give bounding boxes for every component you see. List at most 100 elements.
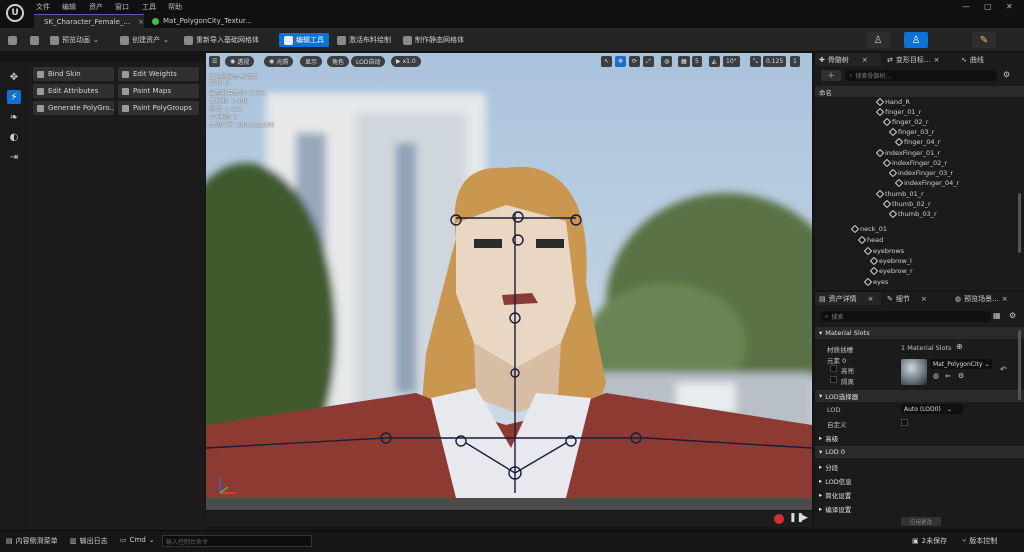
gear-icon[interactable]: ⚙ xyxy=(1009,311,1016,320)
scale-tool-icon[interactable]: ⤢ xyxy=(643,56,654,67)
lod0-section[interactable]: ▾ LOD 0 xyxy=(815,446,1024,458)
list-item[interactable]: finger_01_r xyxy=(875,107,921,117)
cmd-dropdown[interactable]: ▭ Cmd ⌄ xyxy=(120,536,155,544)
close-icon[interactable]: × xyxy=(868,295,874,303)
step-forward-icon[interactable]: ▶ xyxy=(801,513,808,523)
show-button[interactable]: 显示 xyxy=(300,56,323,67)
material-dropdown[interactable]: Mat_PolygonCity ⌄ xyxy=(930,359,992,369)
details-search-input[interactable]: ⌕ 搜索 xyxy=(821,311,991,322)
reduction-settings-row[interactable]: ▸ 简化设置 xyxy=(815,489,1024,501)
list-item[interactable]: eyebrow_r xyxy=(869,266,913,276)
mesh-mode-button[interactable]: ♙ xyxy=(904,32,928,48)
viewport[interactable]: ☰ ◉ 透视 ◉ 光照 显示 角色 LOD自动 ▶ x1.0 ↖ ✥ ⟳ ⤢ ◍ ▦ … xyxy=(206,53,812,527)
skeleton-search-input[interactable]: ⌕ 搜索骨骼树... xyxy=(845,70,997,81)
lod-auto-button[interactable]: LOD自动 xyxy=(351,56,386,67)
tab-details[interactable]: ✎ 细节 × xyxy=(883,292,949,305)
isolate-checkbox[interactable] xyxy=(830,376,837,383)
scrollbar[interactable] xyxy=(1018,193,1021,253)
browse-icon[interactable]: ◍ xyxy=(933,372,939,380)
add-bone-button[interactable]: + xyxy=(821,70,841,81)
camera-speed-value[interactable]: 1 xyxy=(790,56,800,67)
grid-snap-value[interactable]: 5 xyxy=(692,56,702,67)
advanced-section[interactable]: ▸ 高级 xyxy=(815,432,1024,444)
scale-snap-value[interactable]: 0.125 xyxy=(763,56,787,67)
add-slot-icon[interactable]: ⊕ xyxy=(956,342,963,351)
output-log-button[interactable]: ▥ 输出日志 xyxy=(70,536,108,546)
table-view-icon[interactable]: ▦ xyxy=(993,311,1001,320)
animation-mode-button[interactable]: ✎ xyxy=(972,32,996,48)
tab-skeletal-mesh[interactable]: SK_Character_Female_... × xyxy=(34,14,144,28)
character-button[interactable]: 角色 xyxy=(327,56,350,67)
create-asset-button[interactable]: 创建资产 ⌄ xyxy=(120,33,169,47)
build-settings-row[interactable]: ▸ 编译设置 xyxy=(815,503,1024,515)
close-icon[interactable]: × xyxy=(862,56,868,64)
cloth-paint-button[interactable]: 激活布料绘制 xyxy=(337,33,391,47)
material-thumbnail[interactable] xyxy=(901,359,927,385)
list-item[interactable]: finger_04_r xyxy=(894,137,940,147)
reimport-button[interactable]: 重新导入基础网格体 xyxy=(184,33,259,47)
close-window-icon[interactable]: ✕ xyxy=(1006,2,1013,11)
reset-icon[interactable]: ↶ xyxy=(1000,365,1007,374)
menu-asset[interactable]: 资产 xyxy=(89,2,103,12)
timeline-bar[interactable]: ❚❚ ▶ xyxy=(206,510,812,527)
save-button[interactable] xyxy=(8,33,17,47)
menu-help[interactable]: 帮助 xyxy=(168,2,182,12)
content-drawer-button[interactable]: ▤ 内容侧滑菜单 xyxy=(6,536,58,546)
use-selected-icon[interactable]: ⇐ xyxy=(945,372,951,380)
list-item[interactable]: eyes xyxy=(863,277,888,287)
source-control-button[interactable]: ⑂ 版本控制 xyxy=(962,536,997,546)
tab-morph-targets[interactable]: ⇄ 变形目标... × xyxy=(883,53,955,66)
material-slots-section[interactable]: ▾ Material Slots xyxy=(815,327,1024,339)
list-item[interactable]: indexFinger_03_r xyxy=(888,168,953,178)
translate-tool-icon[interactable]: ✥ xyxy=(615,56,627,67)
edit-weights-button[interactable]: Edit Weights xyxy=(118,67,199,81)
minimize-icon[interactable]: — xyxy=(962,2,970,11)
unsaved-button[interactable]: ▣ 2未保存 xyxy=(912,536,947,546)
select-tool-icon[interactable]: ↖ xyxy=(601,56,613,67)
console-input[interactable]: 输入控制台命令 xyxy=(162,535,312,547)
list-item[interactable]: Hand_R xyxy=(875,97,910,107)
rotation-snap-value[interactable]: 10° xyxy=(723,56,740,67)
list-item[interactable]: neck_01 xyxy=(850,224,887,234)
attribute-mode-icon[interactable]: ⇥ xyxy=(7,150,21,164)
skeleton-mode-button[interactable]: ♙ xyxy=(866,32,890,48)
playback-speed-button[interactable]: ▶ x1.0 xyxy=(391,56,421,67)
generate-polygroups-button[interactable]: Generate PolyGro... xyxy=(33,101,114,115)
record-icon[interactable] xyxy=(774,514,784,524)
list-item[interactable]: finger_03_r xyxy=(888,127,934,137)
rotation-snap-icon[interactable]: ◭ xyxy=(709,56,720,67)
world-space-icon[interactable]: ◍ xyxy=(661,56,673,67)
menu-window[interactable]: 窗口 xyxy=(115,2,129,12)
paint-maps-button[interactable]: Paint Maps xyxy=(118,84,199,98)
custom-checkbox[interactable] xyxy=(901,419,908,426)
sections-row[interactable]: ▸ 分段 xyxy=(815,461,1024,473)
list-item[interactable]: thumb_01_r xyxy=(875,189,924,199)
material-options-icon[interactable]: ⚙ xyxy=(958,372,964,380)
tab-material[interactable]: Mat_PolygonCity_Textur... xyxy=(146,14,256,28)
maximize-icon[interactable]: ▢ xyxy=(984,2,992,11)
unreal-logo-icon[interactable]: U xyxy=(6,4,24,22)
highlight-checkbox[interactable] xyxy=(830,365,837,372)
deform-mode-icon[interactable]: ❧ xyxy=(7,110,21,124)
list-item[interactable]: indexFinger_04_r xyxy=(894,178,959,188)
list-item[interactable]: eyebrows xyxy=(863,246,904,256)
list-item[interactable]: eyebrow_l xyxy=(869,256,912,266)
close-icon[interactable]: × xyxy=(921,295,927,303)
menu-tools[interactable]: 工具 xyxy=(142,2,156,12)
tab-asset-details[interactable]: ▤ 资产详情 × xyxy=(815,292,881,305)
menu-file[interactable]: 文件 xyxy=(36,2,50,12)
apply-changes-button[interactable]: 应用更改 xyxy=(901,517,941,526)
edit-attributes-button[interactable]: Edit Attributes xyxy=(33,84,114,98)
lighting-button[interactable]: ◉ 光照 xyxy=(264,56,294,67)
list-item[interactable]: indexFinger_02_r xyxy=(882,158,947,168)
scale-snap-icon[interactable]: ⤡ xyxy=(750,56,761,67)
lod-info-row[interactable]: ▸ LOD信息 xyxy=(815,475,1024,487)
close-icon[interactable]: × xyxy=(1002,295,1008,303)
close-icon[interactable]: × xyxy=(934,56,940,64)
bind-skin-button[interactable]: Bind Skin xyxy=(33,67,114,81)
mesh-mode-icon[interactable]: ◐ xyxy=(7,130,21,144)
menu-edit[interactable]: 编辑 xyxy=(62,2,76,12)
paint-polygroups-button[interactable]: Paint PolyGroups xyxy=(118,101,199,115)
tab-curves[interactable]: ∿ 曲线 xyxy=(957,53,1023,66)
preview-animation-button[interactable]: 预览动画 ⌄ xyxy=(50,33,99,47)
